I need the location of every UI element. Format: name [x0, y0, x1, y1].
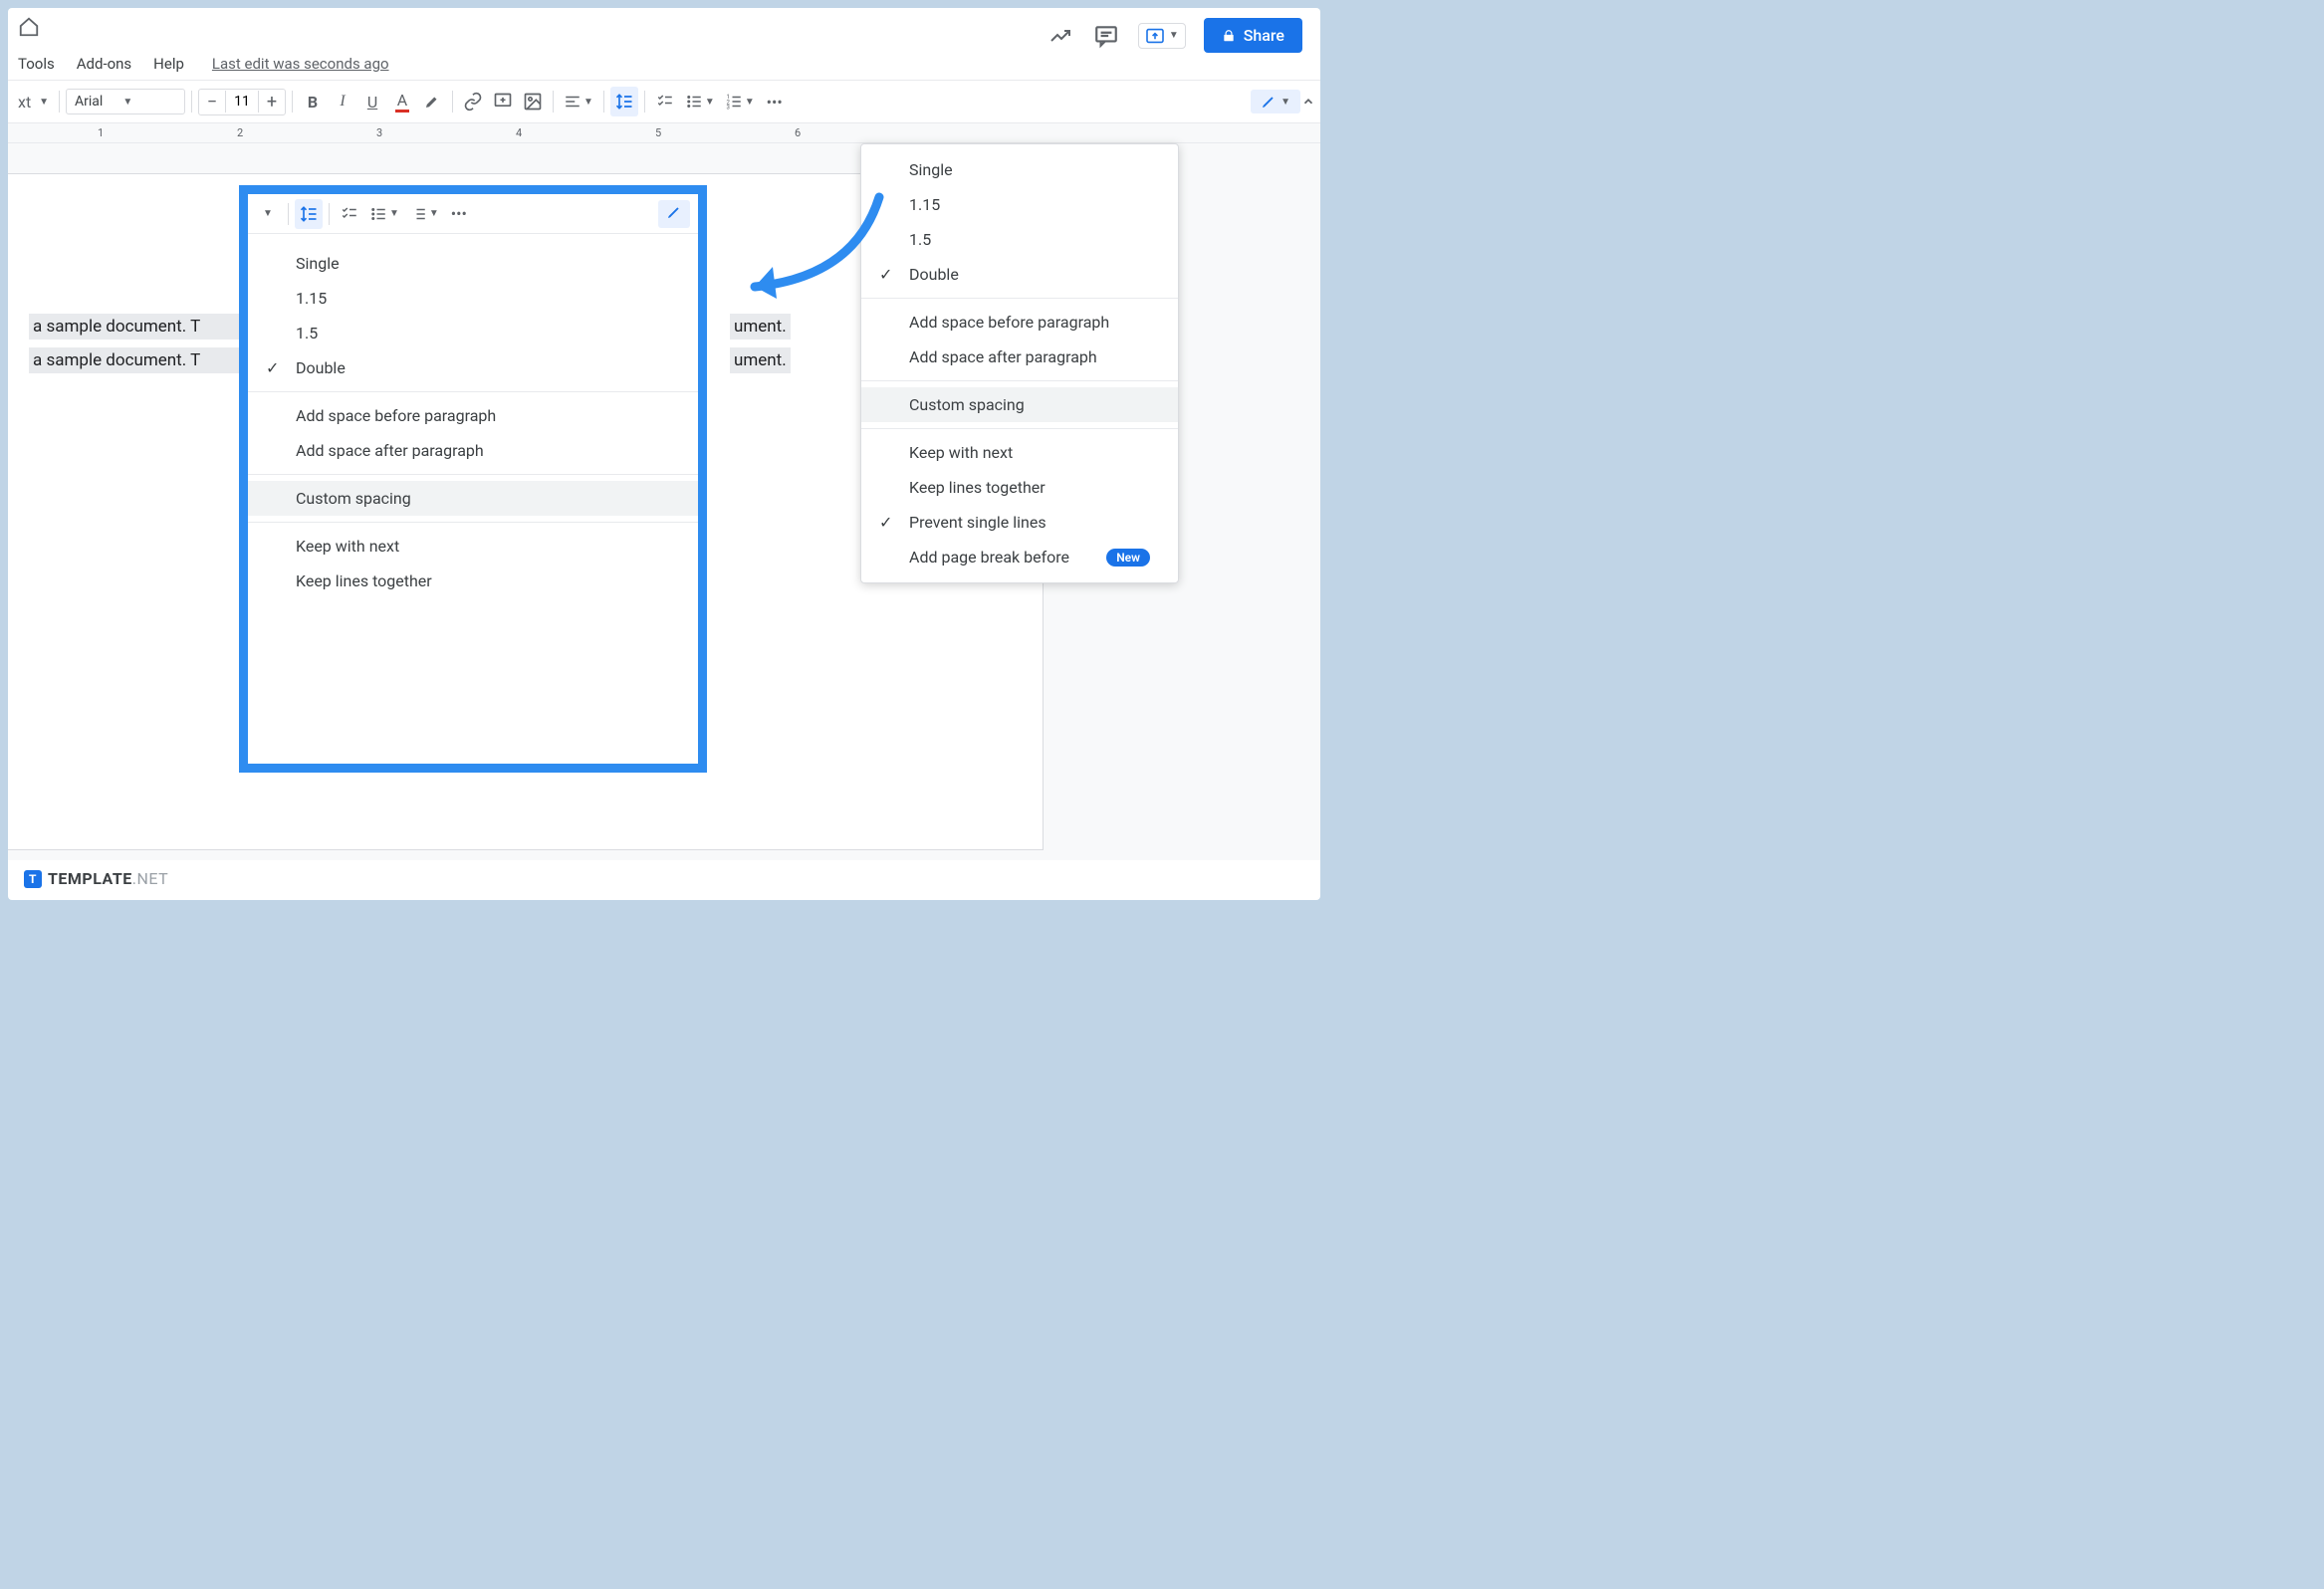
spacing-115[interactable]: 1.15 — [861, 187, 1178, 222]
watermark-bold: TEMPLATE — [48, 869, 132, 888]
spacing-single-zoom[interactable]: Single — [248, 246, 698, 281]
ruler-tick: 4 — [516, 126, 522, 139]
more-zoom[interactable]: ••• — [445, 199, 473, 229]
line-spacing-button[interactable] — [610, 87, 638, 116]
spacing-custom[interactable]: Custom spacing — [861, 387, 1178, 422]
numbered-list-dropdown[interactable]: 123 ▼ — [721, 87, 759, 116]
spacing-custom-zoom[interactable]: Custom spacing — [248, 481, 698, 516]
bullet-list-dropdown[interactable]: ▼ — [681, 87, 719, 116]
callout-zoom: ▼ ▼ ▼ ••• Single 1.15 — [239, 185, 707, 773]
menu-separator — [861, 428, 1178, 429]
align-dropdown[interactable]: ▼ — [560, 87, 597, 116]
spacing-single[interactable]: Single — [861, 152, 1178, 187]
activity-icon[interactable] — [1046, 22, 1074, 50]
bold-button[interactable]: B — [299, 87, 327, 116]
comments-icon[interactable] — [1092, 22, 1120, 50]
spacing-after[interactable]: Add space after paragraph — [861, 340, 1178, 374]
font-size-control: − 11 + — [198, 89, 286, 115]
watermark-icon: T — [24, 870, 42, 888]
menu-help[interactable]: Help — [143, 51, 194, 77]
insert-link-button[interactable] — [459, 87, 487, 116]
chevron-down-icon: ▼ — [1169, 30, 1179, 41]
chevron-down-icon: ▼ — [122, 97, 132, 108]
present-button[interactable]: ▼ — [1138, 23, 1186, 49]
watermark-light: .NET — [132, 869, 168, 888]
more-button[interactable]: ••• — [761, 87, 789, 116]
spacing-15[interactable]: 1.5 — [861, 222, 1178, 257]
spacing-prevent-single[interactable]: Prevent single lines — [861, 505, 1178, 540]
ruler-tick: 1 — [98, 126, 104, 139]
menu-tools[interactable]: Tools — [8, 51, 65, 77]
spacing-keep-next-zoom[interactable]: Keep with next — [248, 529, 698, 564]
checklist-button-zoom[interactable] — [336, 199, 363, 229]
underline-button[interactable]: U — [358, 87, 386, 116]
line-spacing-button-zoom[interactable] — [295, 199, 323, 229]
toolbar: xt ▼ Arial ▼ − 11 + B I U A — [8, 80, 1320, 123]
text-color-button[interactable]: A — [388, 87, 416, 116]
dropdown-caret[interactable]: ▼ — [254, 199, 282, 229]
callout-toolbar: ▼ ▼ ▼ ••• — [248, 194, 698, 234]
font-size-decrease[interactable]: − — [199, 90, 225, 114]
doc-text: a sample document. T — [29, 314, 258, 340]
ruler-tick: 5 — [655, 126, 661, 139]
new-badge: New — [1106, 549, 1150, 567]
share-button[interactable]: Share — [1204, 18, 1302, 53]
share-label: Share — [1244, 26, 1284, 45]
spacing-115-zoom[interactable]: 1.15 — [248, 281, 698, 316]
editing-mode-zoom[interactable] — [658, 200, 690, 228]
menu-separator — [861, 380, 1178, 381]
separator — [603, 91, 604, 113]
right-actions: ▼ Share — [1046, 18, 1302, 53]
font-size-increase[interactable]: + — [259, 90, 285, 114]
spacing-keep-lines-zoom[interactable]: Keep lines together — [248, 564, 698, 598]
watermark: T TEMPLATE.NET — [24, 869, 168, 888]
separator — [644, 91, 645, 113]
ruler: 1 2 3 4 5 6 — [8, 123, 1320, 143]
ruler-tick: 6 — [795, 126, 801, 139]
checklist-button[interactable] — [651, 87, 679, 116]
add-comment-button[interactable] — [489, 87, 517, 116]
doc-text: a sample document. T — [29, 347, 258, 373]
highlight-button[interactable] — [418, 87, 446, 116]
svg-text:3: 3 — [726, 105, 729, 112]
menu-separator — [861, 298, 1178, 299]
separator — [553, 91, 554, 113]
doc-text: ument. — [730, 314, 791, 340]
font-size-value[interactable]: 11 — [225, 91, 259, 113]
spacing-keep-next[interactable]: Keep with next — [861, 435, 1178, 470]
ruler-tick: 2 — [237, 126, 243, 139]
line-spacing-menu: Single 1.15 1.5 Double Add space before … — [860, 143, 1179, 583]
spacing-double[interactable]: Double — [861, 257, 1178, 292]
chevron-down-icon: ▼ — [1280, 97, 1290, 108]
spacing-before[interactable]: Add space before paragraph — [861, 305, 1178, 340]
separator — [292, 91, 293, 113]
menu-addons[interactable]: Add-ons — [67, 51, 141, 77]
separator — [191, 91, 192, 113]
insert-image-button[interactable] — [519, 87, 547, 116]
italic-button[interactable]: I — [329, 87, 356, 116]
styles-dropdown[interactable]: xt ▼ — [14, 87, 53, 116]
doc-home-icon[interactable] — [18, 16, 42, 40]
separator — [59, 91, 60, 113]
spacing-page-break[interactable]: Add page break before New — [861, 540, 1178, 574]
spacing-before-zoom[interactable]: Add space before paragraph — [248, 398, 698, 433]
app-window: ▼ Share Tools Add-ons Help Last edit was… — [8, 8, 1320, 900]
editing-mode-button[interactable]: ▼ — [1251, 90, 1300, 114]
collapse-toolbar-button[interactable] — [1294, 87, 1320, 116]
spacing-double-zoom[interactable]: Double — [248, 350, 698, 385]
spacing-15-zoom[interactable]: 1.5 — [248, 316, 698, 350]
doc-text: ument. — [730, 347, 791, 373]
bullet-list-zoom[interactable]: ▼ — [365, 199, 403, 229]
spacing-after-zoom[interactable]: Add space after paragraph — [248, 433, 698, 468]
last-edit-link[interactable]: Last edit was seconds ago — [212, 55, 389, 73]
spacing-keep-lines[interactable]: Keep lines together — [861, 470, 1178, 505]
font-family-select[interactable]: Arial ▼ — [66, 89, 185, 114]
callout-spacing-menu: Single 1.15 1.5 Double Add space before … — [248, 234, 698, 610]
separator — [452, 91, 453, 113]
numbered-list-zoom[interactable]: ▼ — [405, 199, 443, 229]
ruler-tick: 3 — [376, 126, 382, 139]
